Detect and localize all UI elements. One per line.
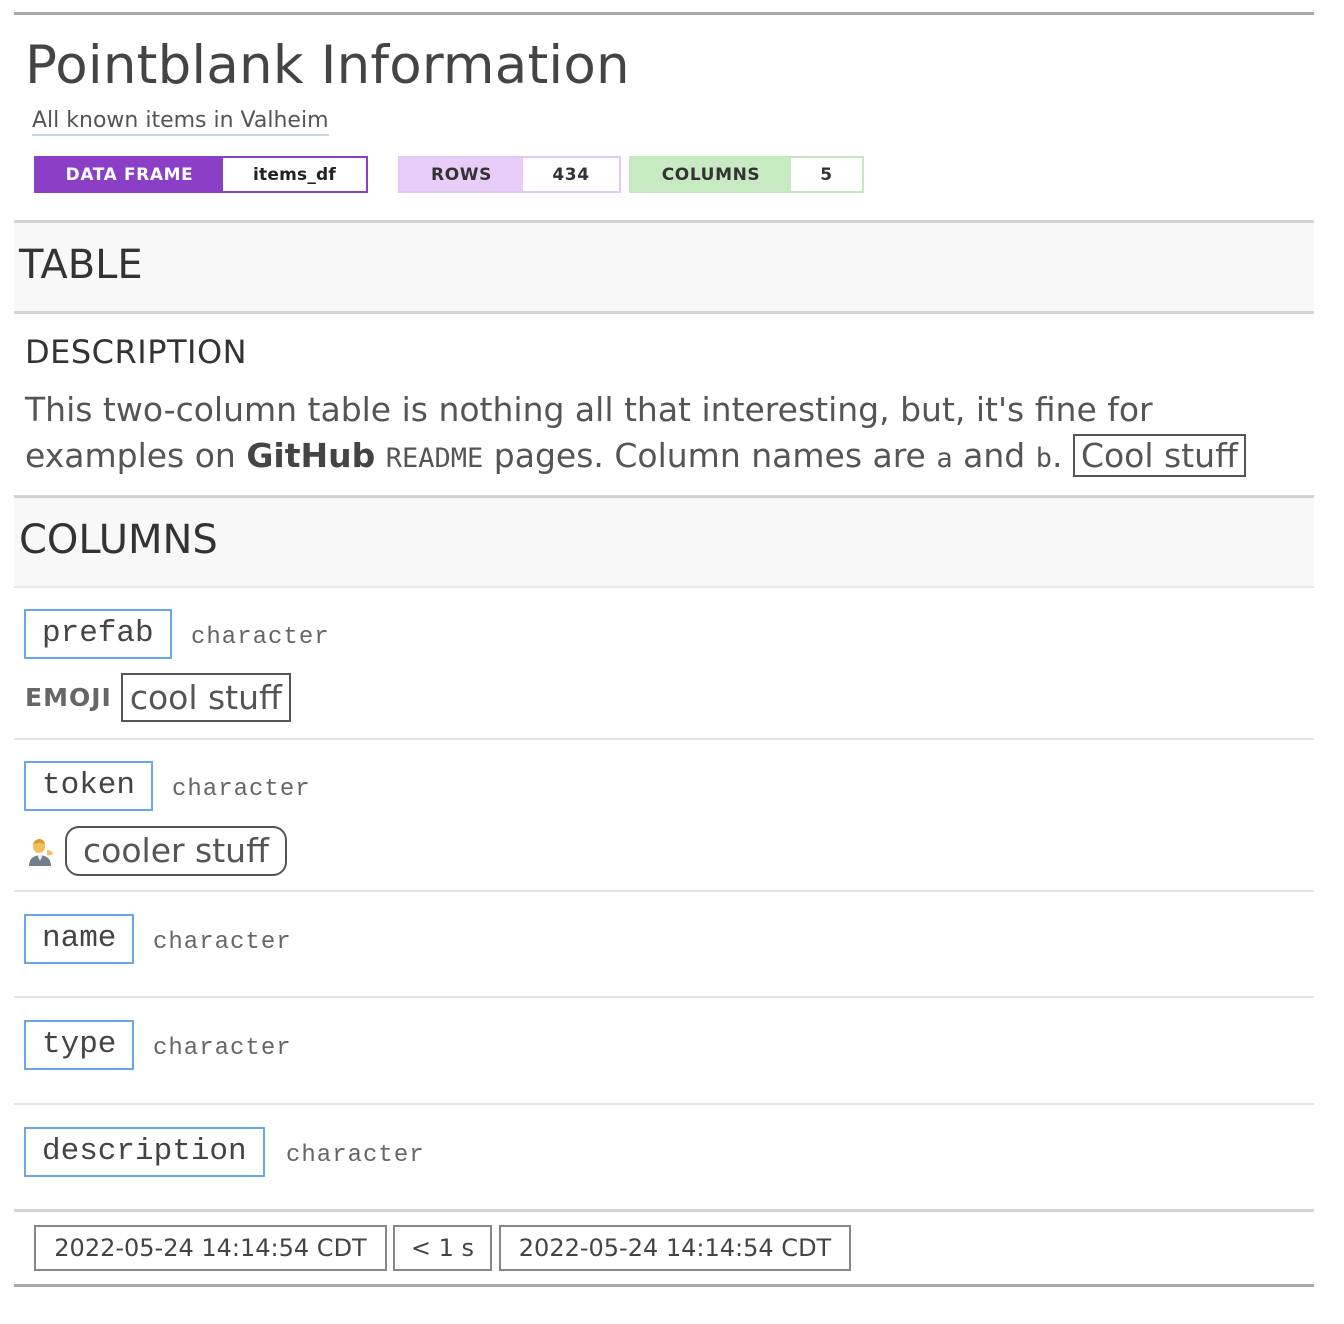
description-space (375, 436, 386, 475)
column-type: character (153, 1035, 292, 1062)
description-text: This two-column table is nothing all tha… (25, 387, 1314, 482)
columns-badge-label: COLUMNS (631, 158, 791, 191)
column-label: EMOJI cool stuff (25, 673, 291, 722)
footer-timestamps: 2022-05-24 14:14:54 CDT < 1 s 2022-05-24… (14, 1212, 1314, 1284)
column-name-badge: token (24, 761, 154, 811)
description-block: DESCRIPTION This two-column table is not… (14, 314, 1314, 495)
description-text-part: pages. Column names are (483, 436, 937, 475)
page-subtitle: All known items in Valheim (32, 109, 329, 136)
person-tipping-hand-icon (25, 836, 55, 866)
column-name-badge: description (24, 1127, 265, 1177)
top-rule (14, 12, 1314, 15)
github-text: GitHub (246, 436, 376, 475)
bottom-rule (14, 1284, 1314, 1287)
columns-section-heading: COLUMNS (14, 498, 1314, 586)
column-name-badge: prefab (24, 609, 172, 659)
column-type: character (191, 624, 330, 651)
rows-badge: ROWS 434 (398, 156, 621, 193)
description-text-part: . (1051, 436, 1073, 475)
column-type: character (172, 776, 311, 803)
description-label: DESCRIPTION (25, 333, 248, 371)
end-time-badge: 2022-05-24 14:14:54 CDT (499, 1225, 851, 1271)
table-section-heading: TABLE (14, 223, 1314, 311)
column-b-code: b (1035, 443, 1052, 474)
column-row-prefab: prefab character EMOJI cool stuff (14, 588, 1314, 738)
summary-badges: DATA FRAME items_df ROWS 434 COLUMNS 5 (34, 156, 1314, 193)
page-title: Pointblank Information (25, 35, 630, 96)
emoji-tag: EMOJI (25, 683, 112, 712)
data-frame-badge: DATA FRAME items_df (34, 156, 368, 193)
columns-badge: COLUMNS 5 (629, 156, 864, 193)
column-row-name: name character (14, 892, 1314, 996)
columns-badge-value: 5 (791, 158, 862, 191)
rows-badge-label: ROWS (400, 158, 523, 191)
start-time-badge: 2022-05-24 14:14:54 CDT (34, 1225, 387, 1271)
column-row-token: token character cooler stuff (14, 740, 1314, 890)
report-container: Pointblank Information All known items i… (14, 12, 1314, 1287)
column-name-badge: name (24, 914, 135, 964)
column-name-badge: type (24, 1020, 135, 1070)
duration-badge: < 1 s (393, 1225, 492, 1271)
data-frame-badge-value: items_df (223, 158, 366, 191)
column-row-description: description character (14, 1105, 1314, 1209)
data-frame-badge-label: DATA FRAME (36, 158, 223, 191)
description-text-part: and (952, 436, 1036, 475)
cool-stuff-label: cool stuff (120, 673, 291, 722)
column-row-type: type character (14, 998, 1314, 1103)
column-label: cooler stuff (25, 826, 287, 876)
rows-badge-value: 434 (523, 158, 619, 191)
cooler-stuff-label: cooler stuff (65, 826, 287, 876)
readme-code: README (385, 443, 484, 474)
column-a-code: a (936, 443, 953, 474)
column-type: character (153, 929, 292, 956)
column-type: character (286, 1142, 425, 1169)
cool-stuff-box: Cool stuff (1072, 434, 1246, 477)
